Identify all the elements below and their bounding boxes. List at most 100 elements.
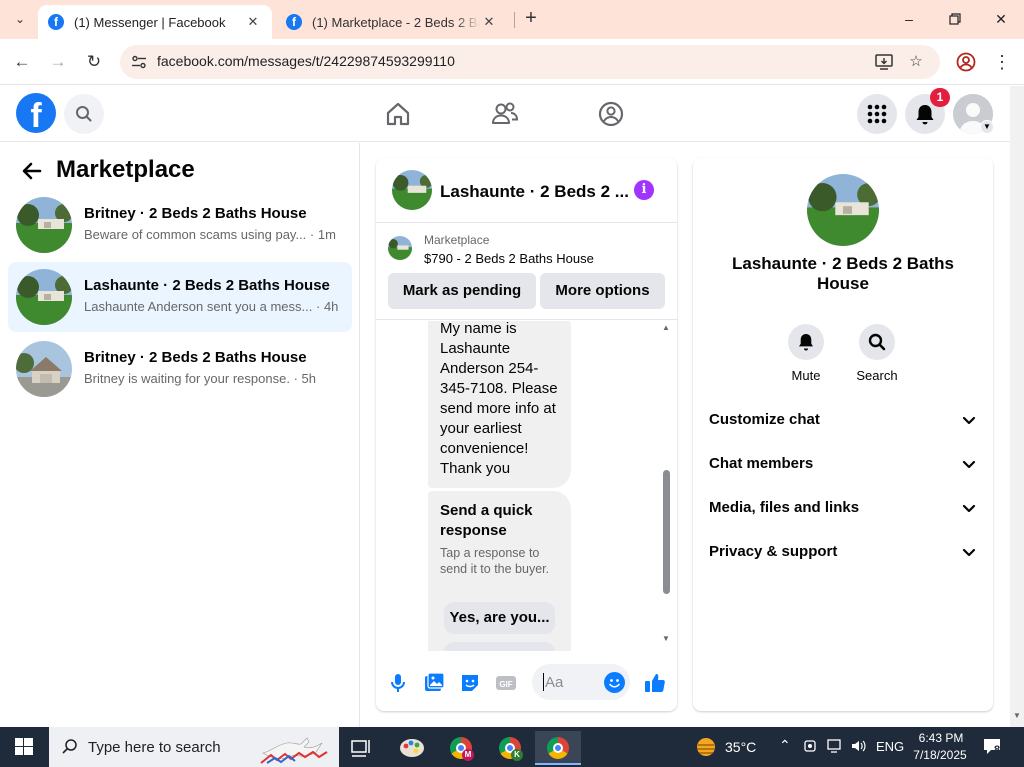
- scroll-down-icon[interactable]: ▼: [662, 634, 670, 643]
- volume-icon[interactable]: [850, 738, 866, 759]
- chrome-profile-m-icon[interactable]: M: [440, 731, 480, 765]
- groups-nav-button[interactable]: [591, 94, 631, 134]
- account-chevron-down-icon[interactable]: ▼: [980, 120, 994, 134]
- facebook-favicon-icon: f: [286, 14, 302, 30]
- weather-icon[interactable]: [694, 736, 718, 758]
- facebook-header: f ▼: [0, 86, 1010, 142]
- listing-thumbnail: [16, 269, 72, 325]
- site-info-icon[interactable]: [128, 51, 150, 73]
- install-app-icon[interactable]: [873, 51, 895, 73]
- back-arrow-icon[interactable]: ←: [9, 49, 35, 75]
- chevron-down-icon: [962, 504, 976, 513]
- friends-nav-button[interactable]: [485, 94, 525, 134]
- clock-time[interactable]: 6:43 PM: [918, 731, 964, 745]
- scroll-up-icon[interactable]: ▲: [662, 323, 670, 332]
- language-indicator[interactable]: ENG: [876, 739, 904, 754]
- chat-panel: Lashaunte · 2 Beds 2 ... i Marketplace $…: [376, 158, 677, 711]
- forward-arrow-icon[interactable]: →: [45, 49, 71, 75]
- browser-tab-bar: ⌄ f (1) Messenger | Facebook ✕ f (1) Mar…: [0, 0, 1024, 39]
- emoji-icon[interactable]: [604, 672, 625, 693]
- conversation-item[interactable]: Britney · 2 Beds 2 Baths House Beware of…: [8, 190, 352, 260]
- taskbar-search-box[interactable]: Type here to search: [49, 727, 339, 767]
- network-icon[interactable]: [826, 738, 842, 759]
- tab-messenger[interactable]: f (1) Messenger | Facebook ✕: [38, 5, 272, 39]
- chat-thumbnail[interactable]: [392, 170, 432, 210]
- new-tab-button[interactable]: +: [520, 8, 542, 30]
- quick-response-option[interactable]: [444, 642, 555, 651]
- minimize-button[interactable]: –: [895, 6, 923, 32]
- quick-response-title: Send a quick response: [440, 502, 533, 539]
- info-icon[interactable]: i: [634, 180, 654, 200]
- home-icon: [386, 102, 410, 126]
- address-bar[interactable]: facebook.com/messages/t/2422987459329911…: [120, 45, 940, 79]
- browser-menu-icon[interactable]: ⋮: [990, 50, 1014, 74]
- profile-icon[interactable]: [954, 50, 978, 74]
- back-arrow-icon[interactable]: [20, 159, 44, 183]
- menu-grid-button[interactable]: [857, 94, 897, 134]
- browser-toolbar: ← → ↻ facebook.com/messages/t/2422987459…: [0, 39, 1024, 85]
- restore-button[interactable]: [941, 6, 969, 32]
- customize-chat-section[interactable]: Customize chat: [709, 411, 977, 435]
- message-input[interactable]: Aa: [532, 664, 630, 700]
- chrome-profile-k-icon[interactable]: K: [489, 731, 529, 765]
- close-window-button[interactable]: ✕: [987, 6, 1015, 32]
- conversation-item-active[interactable]: Lashaunte · 2 Beds 2 Baths House Lashaun…: [8, 262, 352, 332]
- chat-members-section[interactable]: Chat members: [709, 455, 977, 479]
- section-label: Chat members: [709, 455, 814, 472]
- message-scrollbar[interactable]: ▲ ▼: [662, 321, 672, 646]
- info-title: Lashaunte · 2 Beds 2 Baths House: [731, 254, 954, 293]
- search-icon: [62, 739, 77, 754]
- home-nav-button[interactable]: [378, 94, 418, 134]
- microphone-icon[interactable]: [386, 671, 410, 695]
- conversation-name: Britney · 2 Beds 2 Baths House: [84, 349, 307, 366]
- media-files-links-section[interactable]: Media, files and links: [709, 499, 977, 523]
- tab-close-icon[interactable]: ✕: [244, 14, 262, 30]
- more-options-button[interactable]: More options: [540, 273, 665, 309]
- notification-center-icon[interactable]: 8: [982, 737, 1004, 757]
- chevron-down-icon: [962, 416, 976, 425]
- search-action[interactable]: Search: [847, 324, 907, 383]
- conversation-preview: Lashaunte Anderson sent you a mess... · …: [84, 299, 339, 314]
- tab-separator: [514, 12, 515, 28]
- section-label: Media, files and links: [709, 499, 860, 516]
- clock-date[interactable]: 7/18/2025: [912, 748, 968, 762]
- chrome-logo-icon: [547, 737, 569, 759]
- facebook-search-button[interactable]: [64, 94, 104, 134]
- chat-title[interactable]: Lashaunte · 2 Beds 2 ...: [440, 182, 629, 202]
- page-scrollbar[interactable]: ▼: [1010, 86, 1024, 727]
- tab-marketplace[interactable]: f (1) Marketplace - 2 Beds 2 Baths ✕: [276, 5, 508, 39]
- reload-icon[interactable]: ↻: [81, 49, 107, 75]
- paint-app-icon[interactable]: [392, 731, 432, 765]
- gif-icon[interactable]: GIF: [494, 671, 518, 695]
- chevron-down-icon: [962, 548, 976, 557]
- tab-close-icon[interactable]: ✕: [480, 14, 498, 30]
- meet-now-icon[interactable]: [803, 738, 819, 759]
- profile-badge: K: [511, 749, 523, 761]
- incoming-message: My name is Lashaunte Anderson 254-345-71…: [428, 321, 571, 488]
- section-label: Privacy & support: [709, 543, 838, 560]
- conversation-item[interactable]: Britney · 2 Beds 2 Baths House Britney i…: [8, 334, 352, 404]
- quick-response-option[interactable]: Yes, are you...: [444, 602, 555, 634]
- sticker-icon[interactable]: [458, 671, 482, 695]
- windows-start-icon[interactable]: [8, 736, 40, 758]
- bookmark-star-icon[interactable]: ☆: [905, 51, 927, 73]
- mark-as-pending-button[interactable]: Mark as pending: [388, 273, 536, 309]
- scroll-down-icon[interactable]: ▼: [1013, 711, 1021, 720]
- url-text: facebook.com/messages/t/2422987459329911…: [157, 53, 455, 69]
- search-icon[interactable]: [859, 324, 895, 360]
- mute-action[interactable]: Mute: [776, 324, 836, 383]
- task-view-icon[interactable]: [340, 731, 380, 765]
- weather-temperature: 35°C: [725, 739, 757, 755]
- listing-price-title: $790 - 2 Beds 2 Baths House: [424, 251, 594, 266]
- listing-thumbnail: [16, 197, 72, 253]
- scrollbar-thumb[interactable]: [663, 470, 670, 594]
- privacy-support-section[interactable]: Privacy & support: [709, 543, 977, 567]
- tab-search-button[interactable]: ⌄: [6, 6, 34, 32]
- like-thumb-icon[interactable]: [643, 671, 667, 695]
- listing-thumbnail: [16, 341, 72, 397]
- chrome-active-window-icon[interactable]: [535, 731, 581, 765]
- bell-icon[interactable]: [788, 324, 824, 360]
- tray-expand-icon[interactable]: ⌃: [779, 737, 791, 754]
- facebook-logo[interactable]: f: [16, 93, 56, 133]
- photo-icon[interactable]: [422, 671, 446, 695]
